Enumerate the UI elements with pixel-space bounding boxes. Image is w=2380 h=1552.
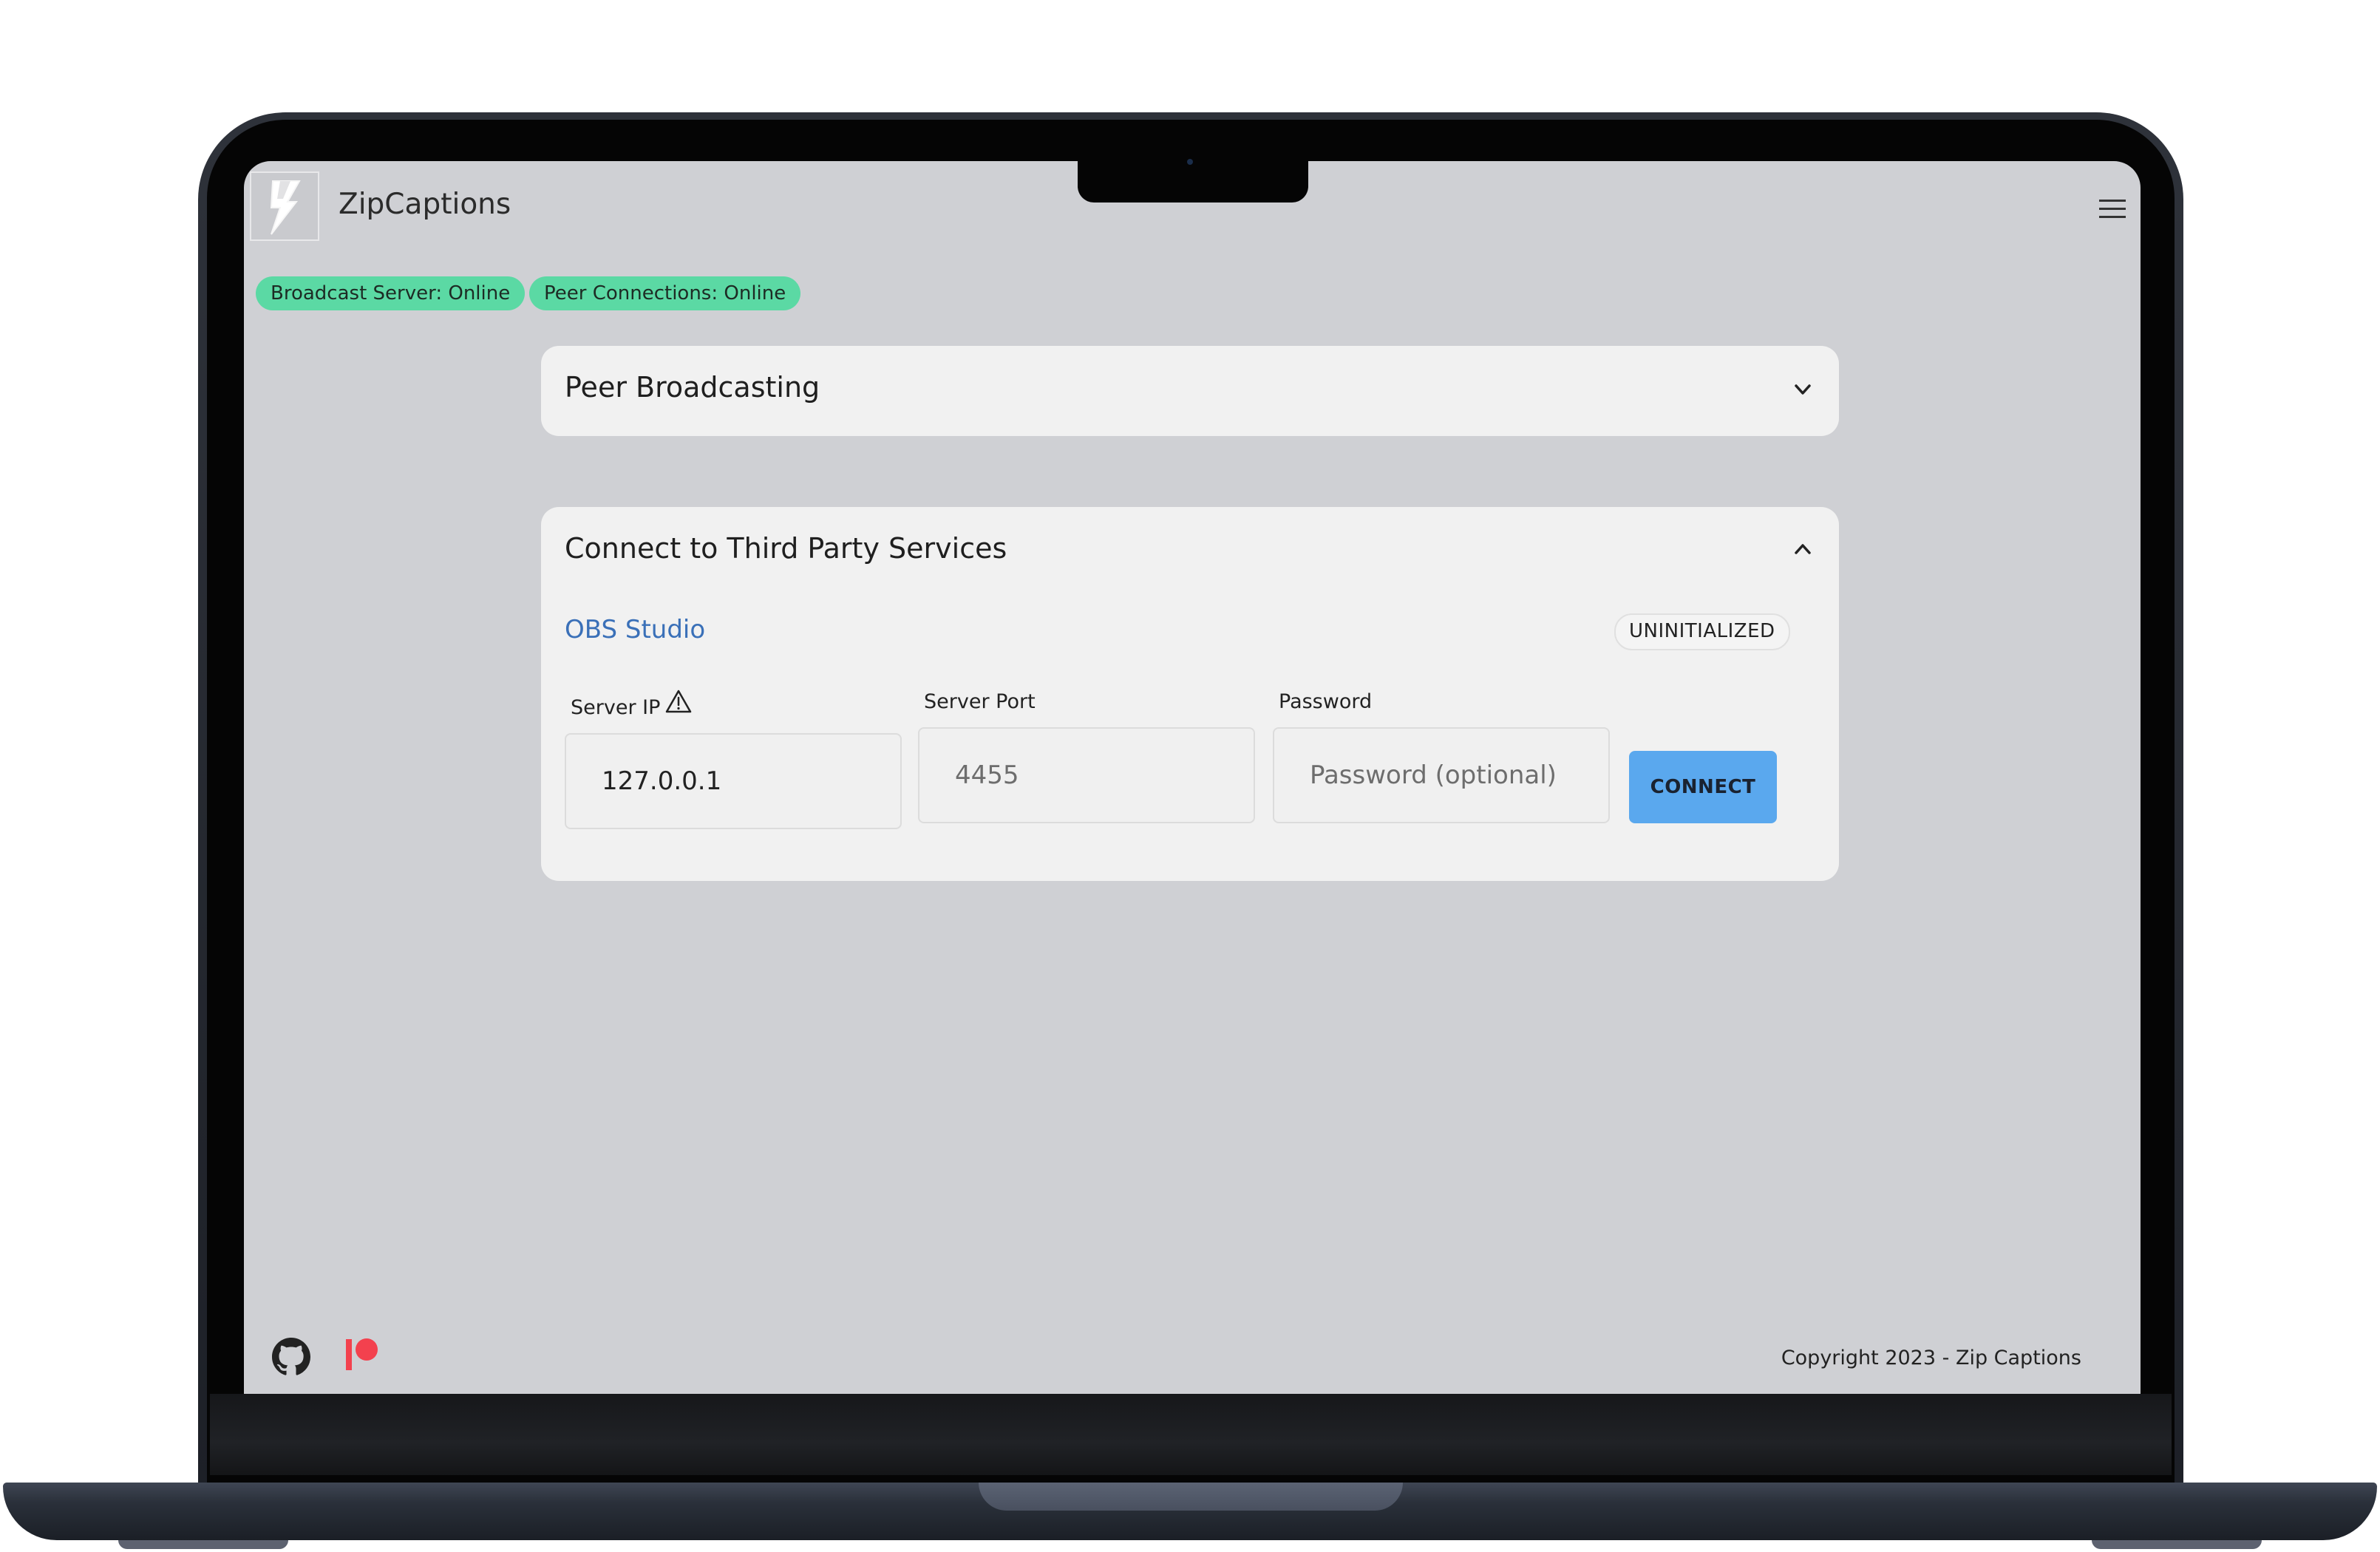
github-icon[interactable] [272, 1338, 310, 1376]
warning-icon[interactable] [665, 689, 692, 714]
peer-broadcasting-title: Peer Broadcasting [565, 371, 820, 404]
laptop-trackpad-notch [979, 1483, 1403, 1511]
connection-status-badge: UNINITIALIZED [1614, 613, 1790, 650]
app-logo[interactable] [250, 171, 319, 241]
chevron-up-icon[interactable] [1790, 537, 1815, 562]
laptop-foot-left [118, 1540, 288, 1549]
password-label: Password [1279, 690, 1373, 713]
third-party-title: Connect to Third Party Services [565, 532, 1007, 565]
broadcast-status-badge: Broadcast Server: Online [256, 276, 526, 310]
camera-notch [1078, 161, 1308, 202]
server-ip-input[interactable] [565, 733, 902, 829]
laptop-foot-right [2092, 1540, 2262, 1549]
chevron-down-icon[interactable] [1790, 377, 1815, 402]
peer-broadcasting-panel[interactable]: Peer Broadcasting [541, 346, 1839, 436]
server-port-label: Server Port [924, 690, 1036, 713]
lightning-bolt-icon [270, 180, 301, 235]
camera-lens [1187, 159, 1193, 165]
app-screen: ZipCaptions Broadcast Server: Online Pee… [244, 161, 2141, 1394]
app-title[interactable]: ZipCaptions [339, 188, 511, 221]
hamburger-menu-icon[interactable] [2098, 197, 2127, 222]
server-ip-label: Server IP [571, 696, 661, 719]
peer-status-badge: Peer Connections: Online [529, 276, 801, 310]
laptop-chin [210, 1394, 2172, 1475]
connect-button[interactable]: CONNECT [1629, 751, 1777, 823]
server-port-input[interactable] [918, 727, 1255, 823]
obs-studio-link[interactable]: OBS Studio [565, 615, 705, 644]
patreon-icon[interactable] [344, 1336, 381, 1373]
copyright-text: Copyright 2023 - Zip Captions [1781, 1347, 2081, 1369]
third-party-panel: Connect to Third Party Services OBS Stud… [541, 507, 1839, 881]
password-input[interactable] [1273, 727, 1610, 823]
